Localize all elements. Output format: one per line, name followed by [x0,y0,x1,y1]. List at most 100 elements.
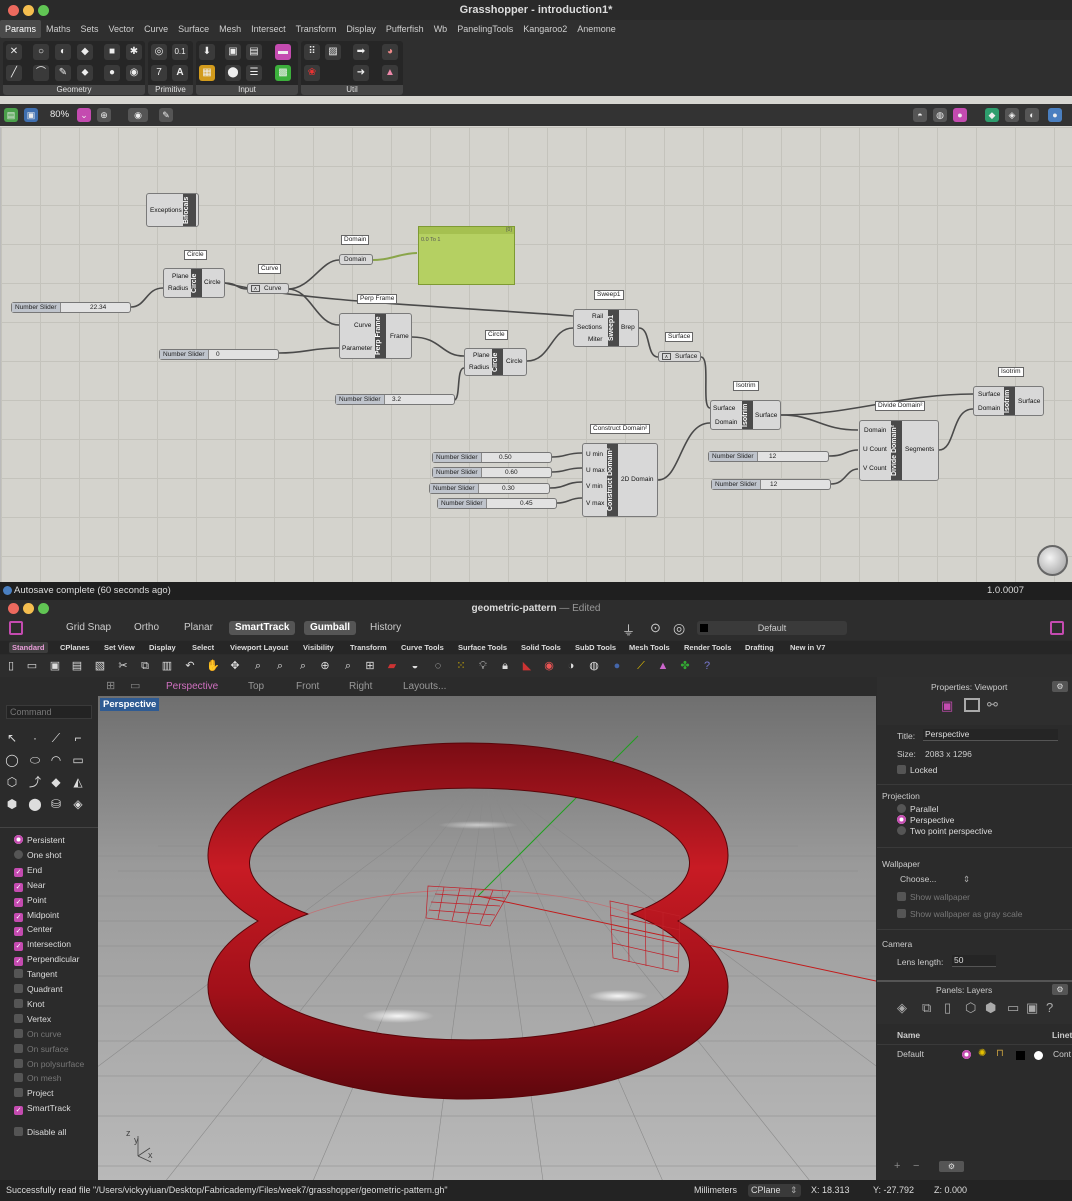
node-divide-domain[interactable]: Domain U Count V Count Divide Domain² Se… [859,420,939,481]
sphere-tool-icon[interactable]: ⬤ [26,795,44,813]
radio[interactable] [14,835,23,844]
undo-icon[interactable]: ↶ [183,659,197,673]
checkbox[interactable] [14,1088,23,1098]
layer-visible-bulb-icon[interactable]: ✺ [978,1048,986,1059]
polyline-icon[interactable]: ⟋ [47,729,65,747]
checkbox[interactable] [14,1073,23,1083]
number-slider[interactable]: Number Slider 0 [159,349,279,360]
output-port[interactable]: Surface [1018,398,1040,405]
document-icon[interactable]: ▯ [944,1000,951,1016]
node-curve-param[interactable]: ∧ Curve [247,283,289,294]
output-port[interactable]: Circle [204,279,221,286]
node-circle[interactable]: Plane Radius Circle Circle [464,348,527,376]
command-input[interactable]: Command [6,705,92,719]
layer-lock-icon[interactable]: ⊓ [996,1048,1004,1059]
history-toggle[interactable]: History [364,621,407,635]
rectangle-tool-icon[interactable]: ▭ [69,751,87,769]
tab-set-view[interactable]: Set View [101,642,138,653]
cherries-icon[interactable]: ❀ [304,65,320,81]
osnap-intersection[interactable]: ✓ Intersection [14,937,71,952]
osnap-on-surface[interactable]: On surface [14,1042,69,1056]
remove-layer-icon[interactable]: − [913,1160,919,1172]
number-slider[interactable]: Number Slider 22.34 [11,302,131,313]
tab-wb[interactable]: Wb [429,20,453,38]
layer-row-default[interactable]: Default ✺ ⊓ Cont [877,1047,1072,1062]
material-icon[interactable]: ◎ [673,620,685,637]
input-port[interactable]: Surface [978,391,1000,398]
input-port[interactable]: Radius [168,285,188,292]
points-icon[interactable]: ⁙ [454,659,468,673]
gh-canvas[interactable]: Exceptions Bifocals Circle Plane Radius … [0,127,1072,582]
panel[interactable]: {0} 0.0 To 1 [418,226,515,285]
text-icon[interactable]: A [172,65,188,81]
checkbox[interactable] [14,998,23,1008]
objects-icon[interactable]: ⧉ [922,1000,931,1016]
add-layer-icon[interactable]: + [894,1160,900,1172]
input-port[interactable]: Radius [469,364,489,371]
checkbox[interactable]: ✓ [14,897,23,907]
tab-right[interactable]: Right [349,679,372,694]
tab-sets[interactable]: Sets [76,20,104,38]
zoom-selected-icon[interactable]: ⌕ [341,659,355,673]
tab-mesh[interactable]: Mesh [214,20,246,38]
file-path-icon[interactable]: ▤ [246,44,262,60]
highlight-icon[interactable]: ⟋ [634,659,648,673]
mesh-tool-icon[interactable]: ◈ [69,795,87,813]
checkbox[interactable]: ✓ [14,867,23,877]
zoom-icon[interactable]: ⌕ [251,659,265,673]
osnap-knot[interactable]: Knot [14,997,45,1011]
surface-param-icon[interactable]: ◆ [77,44,93,60]
input-port[interactable]: V Count [863,465,887,472]
output-port[interactable]: Circle [506,358,523,365]
pan-hand-icon[interactable]: ✋ [206,659,220,673]
right-sidebar-toggle-icon[interactable] [1050,621,1064,635]
target-icon[interactable]: ⊙ [650,620,661,636]
gumball-icon[interactable]: ◕ [382,44,398,60]
node-sweep1[interactable]: Rail Sections Miter Sweep1 Brep [573,309,639,347]
input-port[interactable]: V min [586,483,603,490]
integer-icon[interactable]: 0.1 [172,44,188,60]
osnap-tangent[interactable]: Tangent [14,967,57,981]
disable-all-osnap[interactable]: Disable all [14,1125,66,1139]
print-icon[interactable]: ▤ [70,659,84,673]
tab-select[interactable]: Select [189,642,217,653]
perspective-viewport[interactable]: z y x Perspective [98,696,876,1180]
number-slider[interactable]: Number Slider 0.30 [429,483,550,494]
osnap-quadrant[interactable]: Quadrant [14,982,62,996]
tab-params[interactable]: Params [0,20,42,38]
tab-curve[interactable]: Curve [139,20,173,38]
tab-curve-tools[interactable]: Curve Tools [398,642,447,653]
material-sphere-icon[interactable]: ● [610,659,624,673]
transform-param-icon[interactable]: ◉ [126,65,142,81]
tab-kangaroo2[interactable]: Kangaroo2 [518,20,572,38]
help-icon[interactable]: ? [700,659,714,673]
osnap-one-shot[interactable]: One shot [14,848,62,862]
tab-viewport-layout[interactable]: Viewport Layout [227,642,291,653]
osnap-point[interactable]: ✓ Point [14,893,46,907]
zoom-dropdown-icon[interactable]: ⌄ [77,108,91,122]
checkbox[interactable]: ✓ [14,912,23,922]
box-tool-icon[interactable]: ⬢ [3,795,21,813]
properties-icon[interactable]: ◣ [520,659,534,673]
viewport-title-field[interactable]: Perspective [923,729,1058,741]
osnap-smarttrack[interactable]: ✓ SmartTrack [14,1101,71,1116]
osnap-center[interactable]: ✓ Center [14,922,53,937]
input-port[interactable]: Plane [172,273,189,280]
matrix-icon[interactable]: ▩ [275,65,291,81]
input-port[interactable]: Curve [354,322,371,329]
input-port[interactable]: Domain [864,427,886,434]
zoom-all-icon[interactable]: ⊕ [318,659,332,673]
osnap-end[interactable]: ✓ End [14,863,42,877]
radio[interactable] [14,849,23,859]
tab-surface-tools[interactable]: Surface Tools [455,642,510,653]
rotate-view-icon[interactable]: ✥ [228,659,242,673]
node-isotrim[interactable]: Surface Domain Isotrim Surface [973,386,1044,416]
tab-layouts[interactable]: Layouts... [403,679,446,694]
input-port[interactable]: V max [586,500,604,507]
curve-cv-icon[interactable]: ⌐ [69,729,87,747]
panel-options-gear-icon[interactable]: ⚙ [1052,681,1068,692]
tab-display[interactable]: Display [341,20,381,38]
save-icon[interactable]: ▣ [48,659,62,673]
output-port[interactable]: Brep [621,324,635,331]
ellipse-tool-icon[interactable]: ⬭ [26,751,44,769]
